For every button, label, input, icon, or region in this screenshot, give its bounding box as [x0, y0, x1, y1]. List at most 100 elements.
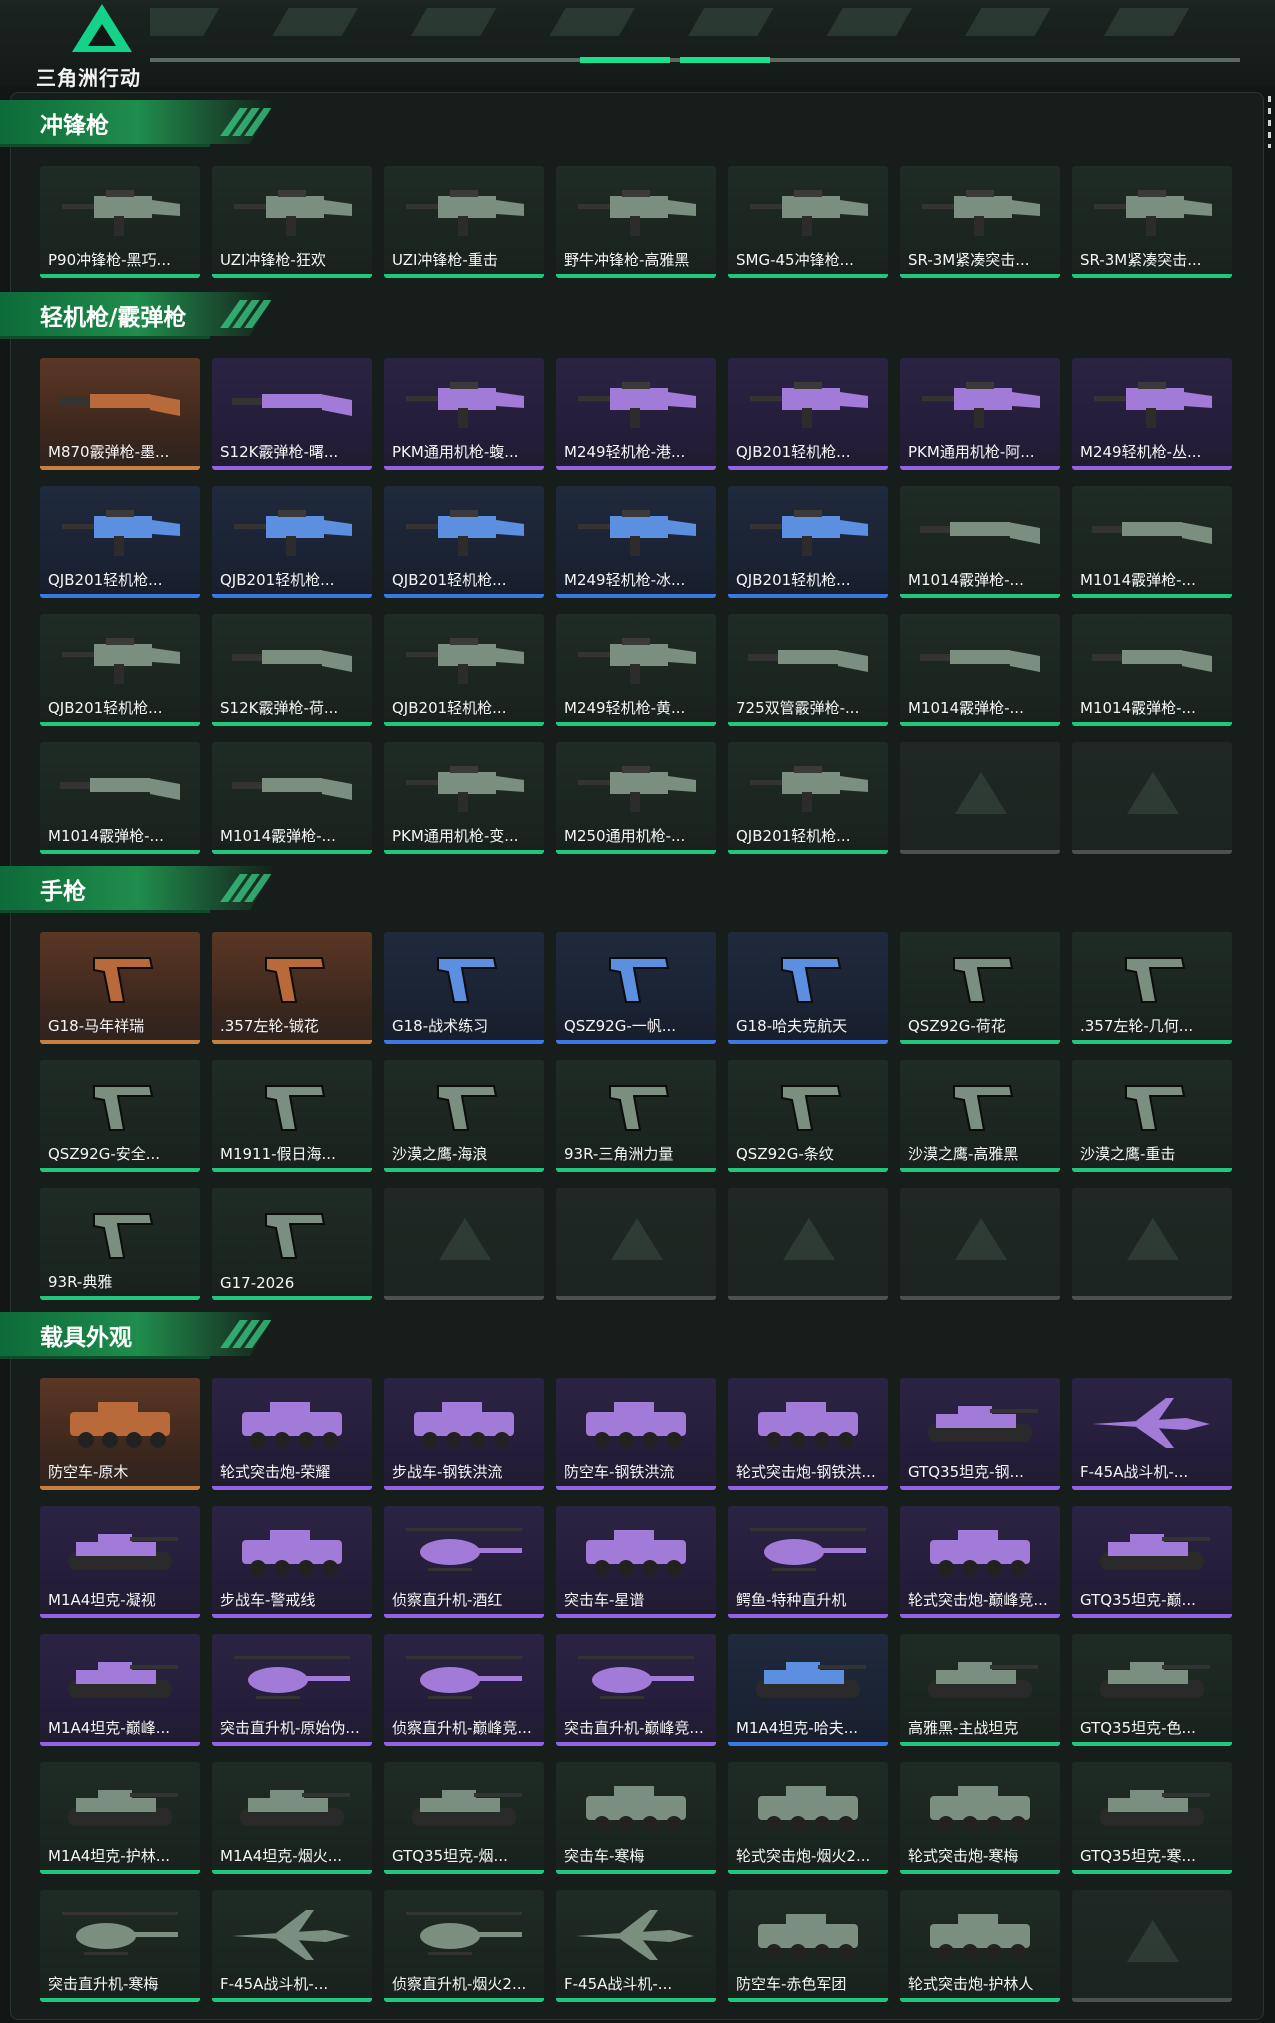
item-card[interactable]: 轮式突击炮-护林人	[900, 1890, 1060, 2002]
item-card[interactable]: F-45A战斗机-...	[212, 1890, 372, 2002]
item-card[interactable]: GTQ35坦克-烟...	[384, 1762, 544, 1874]
item-card[interactable]: 轮式突击炮-寒梅	[900, 1762, 1060, 1874]
item-card[interactable]: 防空车-钢铁洪流	[556, 1378, 716, 1490]
item-card[interactable]: GTQ35坦克-巅...	[1072, 1506, 1232, 1618]
item-card[interactable]: 步战车-钢铁洪流	[384, 1378, 544, 1490]
item-card[interactable]: 突击直升机-寒梅	[40, 1890, 200, 2002]
item-card[interactable]: 步战车-警戒线	[212, 1506, 372, 1618]
item-card[interactable]: .357左轮-铖花	[212, 932, 372, 1044]
rarity-bar	[556, 1614, 716, 1618]
item-card[interactable]: M1014霰弹枪-...	[1072, 614, 1232, 726]
item-card[interactable]: QJB201轻机枪...	[384, 486, 544, 598]
item-card[interactable]: 沙漠之鹰-高雅黑	[900, 1060, 1060, 1172]
item-name: 步战车-警戒线	[220, 1591, 316, 1609]
item-card[interactable]: 突击直升机-巅峰竞...	[556, 1634, 716, 1746]
item-card[interactable]: QSZ92G-条纹	[728, 1060, 888, 1172]
item-card[interactable]: M1014霰弹枪-...	[40, 742, 200, 854]
item-card[interactable]: SR-3M紧凑突击...	[1072, 166, 1232, 278]
item-card[interactable]: M1A4坦克-护林...	[40, 1762, 200, 1874]
item-card[interactable]: 防空车-赤色军团	[728, 1890, 888, 2002]
item-card[interactable]: QJB201轻机枪...	[40, 486, 200, 598]
item-card[interactable]: 侦察直升机-酒红	[384, 1506, 544, 1618]
item-card[interactable]: P90冲锋枪-黑巧...	[40, 166, 200, 278]
scroll-indicator[interactable]	[1268, 96, 1271, 148]
item-card[interactable]: 侦察直升机-巅峰竞...	[384, 1634, 544, 1746]
item-card[interactable]: 轮式突击炮-荣耀	[212, 1378, 372, 1490]
item-card[interactable]: M249轻机枪-丛...	[1072, 358, 1232, 470]
item-card[interactable]: G17-2026	[212, 1188, 372, 1300]
item-card[interactable]: M1A4坦克-巅峰...	[40, 1634, 200, 1746]
item-card[interactable]: M249轻机枪-冰...	[556, 486, 716, 598]
item-card[interactable]: QJB201轻机枪...	[728, 486, 888, 598]
item-card[interactable]: PKM通用机枪-阿...	[900, 358, 1060, 470]
item-card[interactable]: QJB201轻机枪...	[212, 486, 372, 598]
item-card[interactable]: M249轻机枪-港...	[556, 358, 716, 470]
item-card[interactable]: 轮式突击炮-巅峰竞...	[900, 1506, 1060, 1618]
item-card[interactable]: M1014霰弹枪-...	[900, 614, 1060, 726]
item-card[interactable]: 沙漠之鹰-海浪	[384, 1060, 544, 1172]
item-name: QSZ92G-一帆...	[564, 1017, 677, 1035]
item-card[interactable]: QSZ92G-安全...	[40, 1060, 200, 1172]
item-card[interactable]: 93R-典雅	[40, 1188, 200, 1300]
item-card[interactable]: G18-战术练习	[384, 932, 544, 1044]
item-card[interactable]: 野牛冲锋枪-高雅黑	[556, 166, 716, 278]
item-card[interactable]: 轮式突击炮-烟火2...	[728, 1762, 888, 1874]
item-card[interactable]: M1014霰弹枪-...	[900, 486, 1060, 598]
item-card[interactable]: M1A4坦克-凝视	[40, 1506, 200, 1618]
item-name: QJB201轻机枪...	[736, 443, 851, 461]
item-card[interactable]: UZI冲锋枪-重击	[384, 166, 544, 278]
item-card[interactable]: SMG-45冲锋枪...	[728, 166, 888, 278]
item-card[interactable]: 突击车-星谱	[556, 1506, 716, 1618]
item-card[interactable]: M250通用机枪-...	[556, 742, 716, 854]
item-card[interactable]: 轮式突击炮-钢铁洪...	[728, 1378, 888, 1490]
item-card[interactable]: M1911-假日海...	[212, 1060, 372, 1172]
rarity-bar	[384, 1296, 544, 1300]
item-card[interactable]: M1A4坦克-哈夫...	[728, 1634, 888, 1746]
item-card[interactable]: QJB201轻机枪...	[40, 614, 200, 726]
item-card[interactable]: G18-哈夫克航天	[728, 932, 888, 1044]
item-card[interactable]: M249轻机枪-黄...	[556, 614, 716, 726]
item-card[interactable]: PKM通用机枪-蝮...	[384, 358, 544, 470]
item-card[interactable]: GTQ35坦克-钢...	[900, 1378, 1060, 1490]
item-card[interactable]: QJB201轻机枪...	[384, 614, 544, 726]
tank-icon	[226, 1774, 358, 1840]
vehicle-icon	[570, 1774, 702, 1840]
item-card[interactable]: UZI冲锋枪-狂欢	[212, 166, 372, 278]
item-card[interactable]: 鳄鱼-特种直升机	[728, 1506, 888, 1618]
item-card[interactable]: M870霰弹枪-墨...	[40, 358, 200, 470]
item-card[interactable]: S12K霰弹枪-曙...	[212, 358, 372, 470]
item-card[interactable]: 突击车-寒梅	[556, 1762, 716, 1874]
rarity-bar	[40, 1614, 200, 1618]
item-card[interactable]: SR-3M紧凑突击...	[900, 166, 1060, 278]
item-card[interactable]: 突击直升机-原始伪...	[212, 1634, 372, 1746]
item-card[interactable]: S12K霰弹枪-荷...	[212, 614, 372, 726]
item-card[interactable]: M1A4坦克-烟火...	[212, 1762, 372, 1874]
item-card[interactable]: G18-马年祥瑞	[40, 932, 200, 1044]
item-card[interactable]: QJB201轻机枪...	[728, 358, 888, 470]
item-card[interactable]: 高雅黑-主战坦克	[900, 1634, 1060, 1746]
item-name: M1A4坦克-凝视	[48, 1591, 156, 1609]
item-card[interactable]: QSZ92G-一帆...	[556, 932, 716, 1044]
item-card[interactable]: QSZ92G-荷花	[900, 932, 1060, 1044]
rail-highlight	[680, 57, 770, 63]
item-card[interactable]: 防空车-原木	[40, 1378, 200, 1490]
item-card[interactable]: F-45A战斗机-...	[556, 1890, 716, 2002]
rarity-bar	[40, 850, 200, 854]
pistol-icon	[742, 944, 874, 1010]
item-card[interactable]: M1014霰弹枪-...	[212, 742, 372, 854]
pistol-icon	[226, 1200, 358, 1266]
item-card[interactable]: 侦察直升机-烟火2...	[384, 1890, 544, 2002]
item-card[interactable]: F-45A战斗机-...	[1072, 1378, 1232, 1490]
rarity-bar	[384, 850, 544, 854]
item-card[interactable]: QJB201轻机枪...	[728, 742, 888, 854]
item-card[interactable]: GTQ35坦克-寒...	[1072, 1762, 1232, 1874]
item-card[interactable]: PKM通用机枪-变...	[384, 742, 544, 854]
item-card[interactable]: 沙漠之鹰-重击	[1072, 1060, 1232, 1172]
item-card[interactable]: 725双管霰弹枪-...	[728, 614, 888, 726]
item-card[interactable]: M1014霰弹枪-...	[1072, 486, 1232, 598]
pistol-icon	[914, 944, 1046, 1010]
rarity-bar	[900, 594, 1060, 598]
item-card[interactable]: GTQ35坦克-色...	[1072, 1634, 1232, 1746]
item-card[interactable]: 93R-三角洲力量	[556, 1060, 716, 1172]
item-card[interactable]: .357左轮-几何...	[1072, 932, 1232, 1044]
